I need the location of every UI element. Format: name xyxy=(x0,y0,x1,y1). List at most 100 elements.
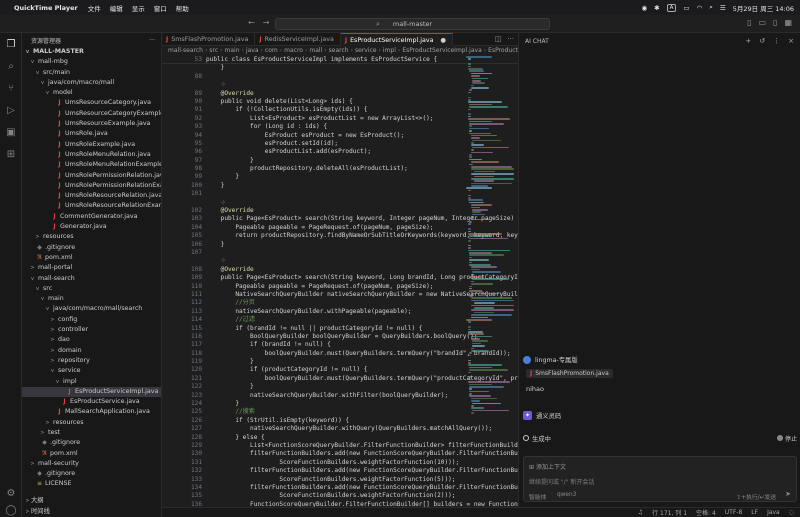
file-item[interactable]: ≡ LICENSE xyxy=(22,479,161,489)
menu-file[interactable]: 文件 xyxy=(88,3,101,13)
code-line[interactable]: 125 //搜索 xyxy=(162,408,518,416)
code-line[interactable]: ⊹ xyxy=(162,81,518,89)
folder-item[interactable]: v impl xyxy=(22,377,161,387)
code-line[interactable]: 97 } xyxy=(162,157,518,165)
file-item[interactable]: J UmsRoleResourceRelation.java xyxy=(22,191,161,201)
outline-section[interactable]: >大纲 xyxy=(22,496,161,506)
more-actions-icon[interactable]: ··· xyxy=(149,37,155,44)
breadcrumb-item[interactable]: com xyxy=(265,47,278,54)
code-line[interactable]: 123 nativeSearchQueryBuilder.withFilter(… xyxy=(162,392,518,400)
history-icon[interactable]: ↺ xyxy=(759,37,765,45)
folder-item[interactable]: v src/main xyxy=(22,68,161,78)
folder-item[interactable]: v java/com/macro/mall xyxy=(22,78,161,88)
code-line[interactable]: 114 //过滤 xyxy=(162,316,518,324)
command-center-search[interactable]: ⌕ mall-master xyxy=(275,18,550,30)
code-line[interactable]: 100 } xyxy=(162,182,518,190)
battery-icon[interactable]: ▭ xyxy=(683,4,689,12)
menu-view[interactable]: 显示 xyxy=(132,3,145,13)
code-line[interactable]: 92 List<EsProduct> esProductList = new A… xyxy=(162,115,518,123)
code-line[interactable]: 95 esProduct.setId(id); xyxy=(162,140,518,148)
folder-item[interactable]: > dao xyxy=(22,335,161,345)
code-line[interactable]: 121 boolQueryBuilder.must(QueryBuilders.… xyxy=(162,375,518,383)
breadcrumb-item[interactable]: EsProductServiceImpl xyxy=(488,47,518,54)
breadcrumb-item[interactable]: mall-search xyxy=(168,47,203,54)
folder-item[interactable]: > config xyxy=(22,315,161,325)
timeline-section[interactable]: >时间线 xyxy=(22,507,161,517)
file-item[interactable]: J UmsResourceCategory.java xyxy=(22,98,161,108)
layout-icon[interactable]: ▦ xyxy=(784,18,792,27)
file-item[interactable]: J UmsRoleResourceRelationExample.j... xyxy=(22,201,161,211)
breadcrumb-item[interactable]: impl xyxy=(383,47,396,54)
tab-es-product-service-impl[interactable]: J EsProductServiceImpl.java ● xyxy=(340,33,453,46)
send-icon[interactable]: ➤ xyxy=(785,490,791,498)
code-line[interactable]: 109 public Page<EsProduct> search(String… xyxy=(162,274,518,282)
file-context-chip[interactable]: J SmsFlashPromotion.java xyxy=(526,369,613,378)
code-line[interactable]: 132 filterFunctionBuilders.add(new Funct… xyxy=(162,467,518,475)
code-line[interactable]: 105 return productRepository.findByNameO… xyxy=(162,232,518,240)
code-line[interactable]: 133 ScoreFunctionBuilders.weightFactorFu… xyxy=(162,476,518,484)
new-chat-icon[interactable]: + xyxy=(745,37,751,45)
folder-item[interactable]: > test xyxy=(22,428,161,438)
close-icon[interactable]: × xyxy=(788,37,794,45)
status-indentation[interactable]: 空格: 4 xyxy=(696,508,716,517)
search-icon[interactable]: ⌕ xyxy=(5,61,17,73)
file-item[interactable]: ℜpom.xml xyxy=(22,253,161,263)
folder-item[interactable]: > resources xyxy=(22,232,161,242)
code-line[interactable]: 117 if (brandId != null) { xyxy=(162,341,518,349)
modified-dot-icon[interactable]: ● xyxy=(440,37,446,44)
breadcrumb-item[interactable]: java xyxy=(246,47,259,54)
code-line[interactable]: 108 @Override xyxy=(162,266,518,274)
code-line[interactable]: 88 xyxy=(162,73,518,81)
folder-item[interactable]: > controller xyxy=(22,325,161,335)
source-control-icon[interactable]: ⑂ xyxy=(5,83,17,95)
folder-item[interactable]: v src xyxy=(22,284,161,294)
code-line[interactable]: 130 filterFunctionBuilders.add(new Funct… xyxy=(162,450,518,458)
folder-item[interactable]: v MALL-MASTER xyxy=(22,47,161,57)
file-item[interactable]: J MallSearchApplication.java xyxy=(22,407,161,417)
input-source-badge[interactable]: A xyxy=(666,3,677,12)
remote-explorer-icon[interactable]: ▣ xyxy=(5,127,17,139)
sticky-scroll-line[interactable]: 53 public class EsProductServiceImpl impl… xyxy=(162,56,518,65)
breadcrumb-item[interactable]: main xyxy=(225,47,240,54)
code-line[interactable]: 107 xyxy=(162,249,518,257)
breadcrumb-item[interactable]: service xyxy=(355,47,377,54)
folder-item[interactable]: > repository xyxy=(22,356,161,366)
code-editor[interactable]: 53 public class EsProductServiceImpl impl… xyxy=(162,56,518,507)
file-item[interactable]: J UmsResourceExample.java xyxy=(22,119,161,129)
code-line[interactable]: 113 nativeSearchQueryBuilder.withPageabl… xyxy=(162,308,518,316)
code-line[interactable]: 90 public void delete(List<Long> ids) { xyxy=(162,98,518,106)
add-context-button[interactable]: ⊞ 添加上下文 xyxy=(529,462,566,471)
file-item[interactable]: ◆ .gitignore xyxy=(22,438,161,448)
code-line[interactable]: 129 List<FunctionScoreQueryBuilder.Filte… xyxy=(162,442,518,450)
accounts-icon[interactable]: ◯ xyxy=(5,505,17,517)
code-line[interactable]: 91 if (!CollectionUtils.isEmpty(ids)) { xyxy=(162,106,518,114)
toggle-sidebar-icon[interactable]: ▯ xyxy=(747,18,751,27)
breadcrumb-item[interactable]: src xyxy=(209,47,218,54)
control-center-icon[interactable]: ☰ xyxy=(720,4,726,12)
file-item[interactable]: ◆ .gitignore xyxy=(22,469,161,479)
breadcrumb-item[interactable]: search xyxy=(329,47,349,54)
code-line[interactable]: 112 //分页 xyxy=(162,299,518,307)
menu-window[interactable]: 窗口 xyxy=(154,3,167,13)
code-line[interactable]: 116 BoolQueryBuilder boolQueryBuilder = … xyxy=(162,333,518,341)
tab-sms-flash-promotion[interactable]: J SmsFlashPromotion.java xyxy=(162,33,256,46)
folder-item[interactable]: v service xyxy=(22,366,161,376)
folder-item[interactable]: > mall-security xyxy=(22,459,161,469)
more-actions-icon[interactable]: ··· xyxy=(507,35,514,43)
folder-item[interactable]: > mall-portal xyxy=(22,263,161,273)
breadcrumb-item[interactable]: macro xyxy=(284,47,303,54)
code-line[interactable]: 93 for (Long id : ids) { xyxy=(162,123,518,131)
code-line[interactable]: 120 if (productCategoryId != null) { xyxy=(162,366,518,374)
file-item[interactable]: J Generator.java xyxy=(22,222,161,232)
more-actions-icon[interactable]: ⋮ xyxy=(773,37,780,45)
status-bell-icon[interactable]: ♫ xyxy=(638,509,643,516)
stop-button[interactable]: 停止 xyxy=(776,434,797,443)
extensions-icon[interactable]: ⊞ xyxy=(5,149,17,161)
code-line[interactable]: 115 if (brandId != null || productCatego… xyxy=(162,325,518,333)
minimap[interactable] xyxy=(466,56,515,496)
code-line[interactable]: 134 filterFunctionBuilders.add(new Funct… xyxy=(162,484,518,492)
mode-selector[interactable]: 智能体 xyxy=(529,492,546,501)
code-line[interactable]: } xyxy=(162,64,518,72)
record-icon[interactable]: ◉ xyxy=(642,4,648,12)
folder-item[interactable]: > domain xyxy=(22,346,161,356)
